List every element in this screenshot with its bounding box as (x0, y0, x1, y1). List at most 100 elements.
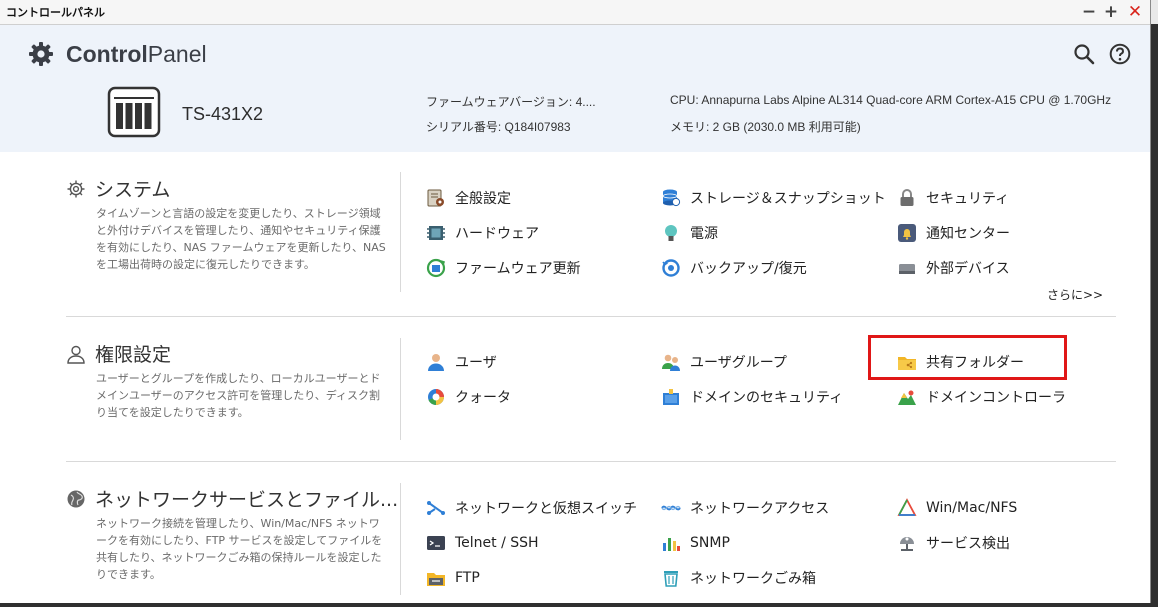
item-label: ハードウェア (455, 226, 539, 242)
section-network-header: ネットワークサービスとファイル... (66, 485, 398, 512)
item-external-devices[interactable]: 外部デバイス (897, 256, 1010, 280)
item-label: ネットワークアクセス (690, 501, 830, 517)
item-label: ドメインコントローラ (926, 390, 1066, 406)
search-icon[interactable] (1073, 43, 1095, 65)
service-discovery-icon (900, 537, 914, 551)
divider (66, 461, 1116, 462)
quota-pie-icon (428, 389, 444, 406)
item-label: SNMP (690, 535, 730, 551)
recycle-bin-icon (664, 571, 678, 587)
section-title: ネットワークサービスとファイル... (95, 489, 399, 511)
item-storage-snapshots[interactable]: ストレージ＆スナップショット (661, 186, 886, 210)
item-label: 全般設定 (455, 191, 511, 207)
power-bulb-icon (665, 225, 677, 241)
section-description: ユーザーとグループを作成したり、ローカルユーザーとドメインユーザーのアクセス許可… (96, 372, 381, 419)
item-network-access[interactable]: ネットワークアクセス (661, 496, 829, 520)
firmware-version: ファームウェアバージョン: 4.... (426, 95, 596, 109)
item-notification-center[interactable]: 通知センター (897, 221, 1010, 245)
gear-outline-icon (67, 180, 85, 197)
domain-controller-icon (898, 390, 916, 405)
section-title: システム (95, 179, 171, 201)
help-icon[interactable] (1109, 43, 1131, 65)
title-bar[interactable]: コントロールパネル − + ✕ (0, 0, 1150, 25)
item-win-mac-nfs[interactable]: Win/Mac/NFS (897, 496, 1017, 520)
more-link[interactable]: さらに>> (1047, 286, 1103, 303)
item-user-groups[interactable]: ユーザグループ (661, 350, 787, 374)
section-description: ネットワーク接続を管理したり、Win/Mac/NFS ネットワークを有効にしたり… (96, 517, 383, 581)
item-ftp[interactable]: FTP (426, 566, 480, 590)
item-label: サービス検出 (926, 536, 1010, 552)
close-button[interactable]: ✕ (1125, 2, 1145, 22)
item-label: FTP (455, 570, 480, 586)
item-label: 通知センター (926, 226, 1010, 242)
divider (400, 483, 401, 595)
item-label: ネットワークと仮想スイッチ (455, 501, 637, 517)
item-label: 外部デバイス (926, 261, 1010, 277)
item-label: クォータ (455, 390, 511, 406)
item-label: Win/Mac/NFS (926, 500, 1018, 516)
item-label: ユーザ (455, 355, 497, 371)
item-domain-security[interactable]: ドメインのセキュリティ (661, 385, 843, 409)
item-power[interactable]: 電源 (661, 221, 718, 245)
firmware-update-icon (426, 258, 446, 278)
section-description: タイムゾーンと言語の設定を変更したり、ストレージ領域と外付けデバイスを管理したり… (96, 207, 386, 271)
nas-device-icon (107, 86, 161, 138)
lock-icon (900, 189, 914, 206)
external-device-icon (899, 264, 915, 274)
item-firmware-update[interactable]: ファームウェア更新 (426, 256, 581, 280)
app-name: ControlPanel (66, 40, 207, 67)
highlight-box (868, 335, 1067, 380)
item-backup-restore[interactable]: バックアップ/復元 (661, 256, 807, 280)
item-label: Telnet / SSH (455, 535, 539, 551)
user-icon (428, 354, 444, 371)
item-label: バックアップ/復元 (690, 261, 807, 277)
item-label: ストレージ＆スナップショット (690, 191, 886, 207)
device-model: TS-431X2 (182, 104, 264, 124)
minimize-button[interactable]: − (1079, 2, 1099, 22)
item-label: ネットワークごみ箱 (690, 571, 816, 587)
ftp-folder-icon (427, 573, 445, 586)
divider (66, 316, 1116, 317)
backup-icon (662, 259, 680, 277)
item-network-recycle-bin[interactable]: ネットワークごみ箱 (661, 566, 816, 590)
memory-info: メモリ: 2 GB (2030.0 MB 利用可能) (670, 120, 861, 134)
item-snmp[interactable]: SNMP (661, 531, 730, 555)
network-switch-icon (427, 501, 445, 515)
win-mac-nfs-icon (897, 498, 917, 516)
brand: ControlPanel (28, 39, 207, 69)
item-users[interactable]: ユーザ (426, 350, 497, 374)
item-label: 電源 (690, 226, 718, 242)
user-group-icon (662, 354, 680, 371)
item-label: ファームウェア更新 (455, 261, 581, 277)
domain-security-icon (663, 389, 679, 405)
item-quota[interactable]: クォータ (426, 385, 511, 409)
window-title: コントロールパネル (6, 6, 105, 19)
network-access-icon (661, 505, 681, 511)
section-title: 権限設定 (95, 344, 172, 366)
item-network-virtual-switch[interactable]: ネットワークと仮想スイッチ (426, 496, 637, 520)
item-domain-controller[interactable]: ドメインコントローラ (897, 385, 1066, 409)
item-security[interactable]: セキュリティ (897, 186, 1009, 210)
item-general-settings[interactable]: 全般設定 (426, 186, 511, 210)
general-settings-icon (427, 189, 444, 207)
maximize-button[interactable]: + (1101, 2, 1121, 22)
serial-number: シリアル番号: Q184I07983 (426, 120, 571, 134)
item-telnet-ssh[interactable]: Telnet / SSH (426, 531, 539, 555)
gear-icon (29, 42, 53, 66)
section-system-header: システム (66, 175, 170, 202)
divider (400, 338, 401, 440)
item-hardware[interactable]: ハードウェア (426, 221, 539, 245)
globe-icon (67, 490, 85, 507)
header: ControlPanel TS-431X2 ファームウェアバージョン: 4...… (0, 25, 1150, 152)
item-service-discovery[interactable]: サービス検出 (897, 531, 1010, 555)
item-label: ドメインのセキュリティ (690, 390, 844, 406)
snmp-chart-icon (663, 538, 680, 551)
terminal-icon (427, 536, 445, 550)
section-privilege-header: 権限設定 (66, 340, 171, 367)
hardware-icon (427, 226, 445, 240)
storage-icon (662, 189, 681, 207)
user-outline-icon (67, 345, 85, 364)
cpu-info: CPU: Annapurna Labs Alpine AL314 Quad-co… (670, 93, 1112, 107)
notification-icon (898, 224, 916, 242)
control-panel-window: コントロールパネル − + ✕ ControlPanel TS-431X2 ファ… (0, 0, 1151, 603)
